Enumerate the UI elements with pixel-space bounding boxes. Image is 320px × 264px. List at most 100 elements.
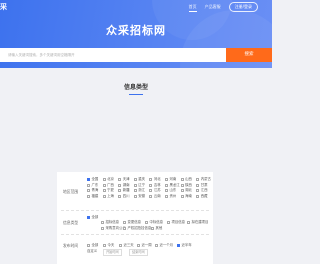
checkbox-icon[interactable] <box>133 194 137 198</box>
checkbox-icon[interactable] <box>149 178 153 181</box>
checkbox-icon[interactable] <box>101 227 104 230</box>
region-option[interactable]: 内蒙古 <box>196 177 211 182</box>
region-option[interactable]: 四川 <box>118 194 129 199</box>
checkbox-icon[interactable] <box>103 244 106 247</box>
site-logo[interactable]: 采 <box>0 1 7 13</box>
region-option[interactable]: 云南 <box>149 194 161 199</box>
checkbox-icon[interactable] <box>155 244 158 247</box>
region-option[interactable]: 重庆 <box>133 177 145 182</box>
checkbox-icon[interactable] <box>102 189 106 193</box>
checkbox-icon[interactable] <box>180 189 184 193</box>
region-option[interactable]: 广东 <box>87 183 98 188</box>
checkbox-icon[interactable] <box>123 227 126 230</box>
checkbox-icon[interactable] <box>165 178 168 181</box>
checkbox-icon[interactable] <box>149 183 153 187</box>
checkbox-icon[interactable] <box>165 189 168 193</box>
checkbox-icon[interactable] <box>133 183 137 187</box>
checkbox-icon[interactable] <box>102 194 106 198</box>
time-option[interactable]: 近一周 <box>137 243 152 248</box>
type-option[interactable]: 变更信息 <box>123 220 141 225</box>
region-option[interactable]: 山西 <box>180 177 192 182</box>
checkbox-icon[interactable] <box>133 178 137 181</box>
region-option[interactable]: 安徽 <box>133 194 145 199</box>
checkbox-icon[interactable] <box>165 194 168 198</box>
region-option[interactable]: 江西 <box>196 188 207 193</box>
search-input[interactable]: 请输入关键词搜索，多个关键词用空格隔开 <box>0 48 226 62</box>
checkbox-icon[interactable] <box>87 194 90 198</box>
region-option[interactable]: 湖南 <box>118 183 129 188</box>
region-option[interactable]: 福建 <box>87 194 98 199</box>
checkbox-icon[interactable] <box>180 194 184 198</box>
type-option[interactable]: 全部 <box>87 215 98 220</box>
region-option[interactable]: 湖北 <box>180 188 192 193</box>
region-option[interactable]: 北京 <box>102 177 114 182</box>
checkbox-icon[interactable] <box>167 221 170 224</box>
checkbox-icon[interactable] <box>180 183 184 187</box>
time-option[interactable]: 全部 <box>87 243 98 248</box>
checkbox-icon[interactable] <box>145 221 148 224</box>
checkbox-checked-icon[interactable] <box>87 178 90 181</box>
region-option[interactable]: 山东 <box>165 188 176 193</box>
region-option[interactable]: 青海 <box>87 188 98 193</box>
start-date-input[interactable]: 开始时间 <box>103 249 122 256</box>
checkbox-icon[interactable] <box>87 183 90 187</box>
checkbox-icon[interactable] <box>187 221 190 224</box>
nav-item-home[interactable]: 首页 <box>188 3 197 12</box>
region-option[interactable]: 甘肃 <box>196 183 207 188</box>
region-option[interactable]: 辽宁 <box>133 183 145 188</box>
checkbox-icon[interactable] <box>137 244 140 247</box>
checkbox-icon[interactable] <box>102 178 106 181</box>
region-option[interactable]: 江苏 <box>149 188 161 193</box>
type-option[interactable]: 拟在建项目 <box>187 220 208 225</box>
region-option[interactable]: 河北 <box>149 177 161 182</box>
time-option[interactable]: 近一个月 <box>155 243 173 248</box>
region-option[interactable]: 天津 <box>118 177 129 182</box>
checkbox-icon[interactable] <box>180 178 184 181</box>
checkbox-icon[interactable] <box>196 189 200 193</box>
checkbox-icon[interactable] <box>118 189 122 193</box>
checkbox-icon[interactable] <box>119 244 122 247</box>
region-option[interactable]: 吉林 <box>149 183 161 188</box>
checkbox-icon[interactable] <box>149 194 153 198</box>
region-option[interactable]: 全国 <box>87 177 98 182</box>
checkbox-icon[interactable] <box>149 189 153 193</box>
checkbox-icon[interactable] <box>196 178 200 181</box>
region-option[interactable]: 陕西 <box>180 183 192 188</box>
region-option[interactable]: 海南 <box>180 194 192 199</box>
region-option[interactable]: 西藏 <box>196 194 207 199</box>
checkbox-icon[interactable] <box>102 183 106 187</box>
region-option[interactable]: 宁夏 <box>102 188 114 193</box>
checkbox-icon[interactable] <box>123 221 126 224</box>
search-button[interactable]: 搜索 <box>226 48 272 62</box>
region-option[interactable]: 黑龙江 <box>165 183 180 188</box>
checkbox-icon[interactable] <box>165 183 168 187</box>
checkbox-icon[interactable] <box>118 183 122 187</box>
time-option[interactable]: 今天 <box>103 243 114 248</box>
checkbox-icon[interactable] <box>196 183 200 187</box>
end-date-input[interactable]: 结束时间 <box>129 249 148 256</box>
checkbox-icon[interactable] <box>118 178 122 181</box>
region-option[interactable]: 河南 <box>165 177 176 182</box>
checkbox-icon[interactable] <box>101 221 104 224</box>
region-option[interactable]: 浙江 <box>133 188 145 193</box>
type-option[interactable]: 招标信息 <box>101 220 119 225</box>
checkbox-checked-icon[interactable] <box>177 244 180 247</box>
checkbox-icon[interactable] <box>87 189 90 193</box>
login-register-button[interactable]: 注册/登录 <box>228 2 258 12</box>
type-option[interactable]: 产权招拍挂信息 <box>123 226 151 231</box>
region-option[interactable]: 广西 <box>102 183 114 188</box>
checkbox-icon[interactable] <box>87 244 90 247</box>
checkbox-icon[interactable] <box>151 227 154 230</box>
type-option[interactable]: 其他 <box>151 226 162 231</box>
region-option[interactable]: 新疆 <box>118 188 129 193</box>
type-option[interactable]: 中标信息 <box>145 220 163 225</box>
type-option[interactable]: 项目信息 <box>167 220 185 225</box>
checkbox-icon[interactable] <box>196 194 200 198</box>
time-option[interactable]: 近半年 <box>177 243 192 248</box>
region-option[interactable]: 上海 <box>102 194 114 199</box>
region-option[interactable]: 贵州 <box>165 194 176 199</box>
nav-item-service[interactable]: 产品客服 <box>205 3 221 11</box>
checkbox-checked-icon[interactable] <box>87 216 90 219</box>
checkbox-icon[interactable] <box>133 189 137 193</box>
checkbox-icon[interactable] <box>118 194 122 198</box>
